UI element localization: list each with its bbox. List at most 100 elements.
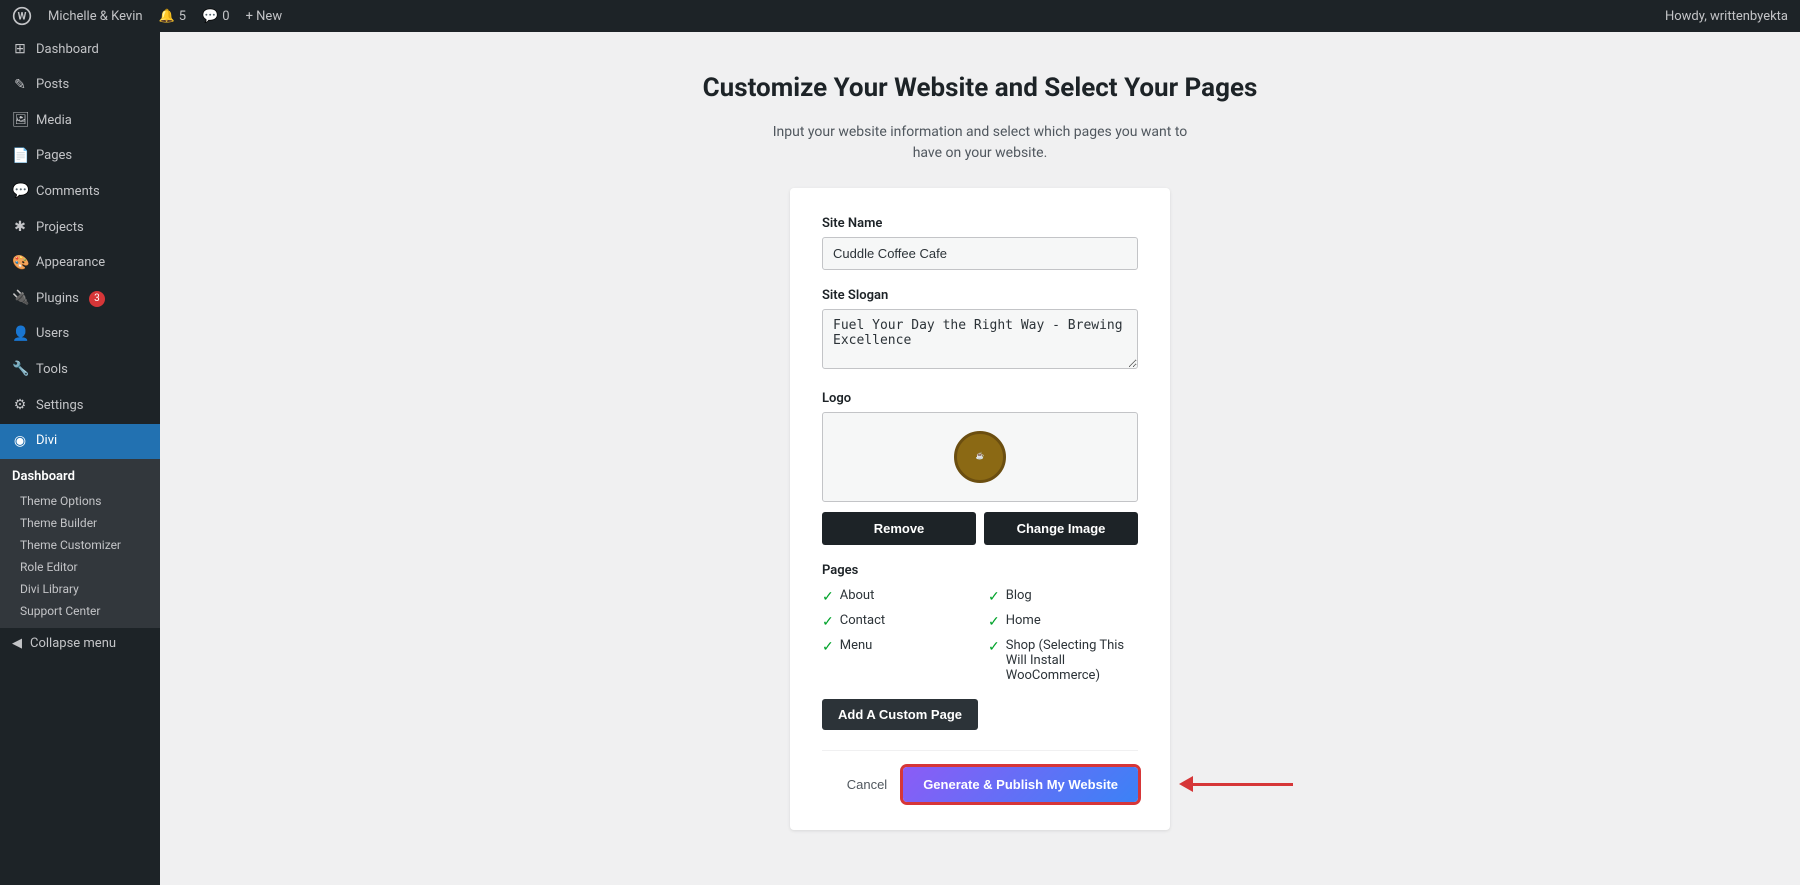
settings-icon: ⚙ (12, 396, 28, 416)
wp-logo[interactable]: W (12, 6, 32, 26)
site-name-text: Michelle & Kevin (48, 9, 143, 24)
sidebar-label-tools: Tools (36, 361, 68, 379)
page-item-about: ✓ About (822, 588, 972, 605)
site-slogan-input[interactable]: Fuel Your Day the Right Way - Brewing Ex… (822, 309, 1138, 369)
media-icon: 🖼 (12, 111, 28, 131)
tools-icon: 🔧 (12, 360, 28, 380)
site-name-label: Site Name (822, 216, 1138, 231)
check-menu: ✓ (822, 639, 834, 655)
divi-sub-theme-customizer[interactable]: Theme Customizer (0, 534, 160, 556)
sidebar-item-plugins[interactable]: 🔌 Plugins 3 (0, 281, 160, 317)
logo-text: ☕ (976, 453, 985, 461)
collapse-label: Collapse menu (30, 636, 116, 651)
comments-link[interactable]: 🔔 5 (159, 9, 187, 24)
admin-bar: W Michelle & Kevin 🔔 5 💬 0 + New Howdy, … (0, 0, 1800, 32)
posts-icon: ✎ (12, 76, 28, 96)
logo-field: Logo ☕ Remove Change Image (822, 391, 1138, 545)
arrow-line (1193, 783, 1293, 786)
sidebar-item-posts[interactable]: ✎ Posts (0, 68, 160, 104)
page-label-about: About (840, 588, 875, 603)
customize-card: Site Name Site Slogan Fuel Your Day the … (790, 188, 1170, 830)
updates-count: 0 (222, 9, 229, 24)
remove-button[interactable]: Remove (822, 512, 976, 545)
divi-sub-role-editor[interactable]: Role Editor (0, 556, 160, 578)
updates-link[interactable]: 💬 0 (202, 9, 230, 24)
sidebar-menu: ⊞ Dashboard ✎ Posts 🖼 Media 📄 Pages 💬 Co… (0, 32, 160, 424)
logo-image: ☕ (954, 431, 1006, 483)
sidebar-item-pages[interactable]: 📄 Pages (0, 139, 160, 175)
sidebar-label-appearance: Appearance (36, 254, 105, 272)
arrowhead-icon (1179, 776, 1193, 792)
page-subtitle: Input your website information and selec… (770, 122, 1190, 164)
page-item-menu: ✓ Menu (822, 638, 972, 683)
sidebar-item-media[interactable]: 🖼 Media (0, 103, 160, 139)
howdy-text: Howdy, writtenbyekta (1665, 9, 1788, 24)
divi-sub-theme-options[interactable]: Theme Options (0, 490, 160, 512)
divi-sub-theme-builder[interactable]: Theme Builder (0, 512, 160, 534)
comments-count: 5 (179, 9, 186, 24)
sidebar-item-projects[interactable]: ✱ Projects (0, 210, 160, 246)
new-content-link[interactable]: + New (246, 9, 283, 24)
site-name[interactable]: Michelle & Kevin (48, 9, 143, 24)
sidebar-label-dashboard: Dashboard (36, 41, 99, 59)
page-label-blog: Blog (1006, 588, 1032, 603)
page-label-shop: Shop (Selecting This Will Install WooCom… (1006, 638, 1138, 683)
change-image-button[interactable]: Change Image (984, 512, 1138, 545)
site-name-input[interactable] (822, 237, 1138, 270)
collapse-icon: ◀ (12, 636, 22, 651)
sidebar-label-settings: Settings (36, 397, 83, 415)
page-label-menu: Menu (840, 638, 873, 653)
collapse-menu[interactable]: ◀ Collapse menu (0, 628, 160, 659)
sidebar-label-divi: Divi (36, 432, 57, 450)
page-label-home: Home (1006, 613, 1041, 628)
plugins-badge: 3 (89, 291, 105, 307)
users-icon: 👤 (12, 325, 28, 345)
page-item-contact: ✓ Contact (822, 613, 972, 630)
sidebar-label-users: Users (36, 325, 69, 343)
bubble-icon: 🔔 (159, 9, 175, 24)
divi-icon: ◉ (12, 432, 28, 452)
plugins-icon: 🔌 (12, 289, 28, 309)
main-content: Customize Your Website and Select Your P… (160, 32, 1800, 885)
appearance-icon: 🎨 (12, 254, 28, 274)
site-slogan-field: Site Slogan Fuel Your Day the Right Way … (822, 288, 1138, 373)
page-heading: Customize Your Website and Select Your P… (703, 72, 1258, 106)
sidebar-item-settings[interactable]: ⚙ Settings (0, 388, 160, 424)
divi-submenu-title: Dashboard (0, 465, 160, 490)
sidebar: ⊞ Dashboard ✎ Posts 🖼 Media 📄 Pages 💬 Co… (0, 32, 160, 885)
sidebar-item-divi[interactable]: ◉ Divi (0, 424, 160, 460)
sidebar-item-tools[interactable]: 🔧 Tools (0, 352, 160, 388)
logo-buttons: Remove Change Image (822, 512, 1138, 545)
sidebar-item-comments[interactable]: 💬 Comments (0, 174, 160, 210)
sidebar-label-comments: Comments (36, 183, 100, 201)
sidebar-item-users[interactable]: 👤 Users (0, 317, 160, 353)
check-about: ✓ (822, 589, 834, 605)
sidebar-item-appearance[interactable]: 🎨 Appearance (0, 246, 160, 282)
page-label-contact: Contact (840, 613, 885, 628)
page-item-home: ✓ Home (988, 613, 1138, 630)
cancel-button[interactable]: Cancel (847, 777, 887, 792)
logo-preview: ☕ (822, 412, 1138, 502)
check-home: ✓ (988, 614, 1000, 630)
dashboard-icon: ⊞ (12, 40, 28, 60)
generate-publish-button[interactable]: Generate & Publish My Website (903, 767, 1138, 802)
add-custom-page-button[interactable]: Add A Custom Page (822, 699, 978, 730)
sidebar-label-projects: Projects (36, 219, 84, 237)
page-item-shop: ✓ Shop (Selecting This Will Install WooC… (988, 638, 1138, 683)
sidebar-label-pages: Pages (36, 147, 72, 165)
divi-sub-support-center[interactable]: Support Center (0, 600, 160, 622)
site-name-field: Site Name (822, 216, 1138, 270)
svg-text:W: W (18, 11, 27, 22)
divi-sub-divi-library[interactable]: Divi Library (0, 578, 160, 600)
pages-icon: 📄 (12, 147, 28, 167)
pages-grid: ✓ About ✓ Blog ✓ Contact ✓ Home (822, 588, 1138, 683)
logo-label: Logo (822, 391, 1138, 406)
page-item-blog: ✓ Blog (988, 588, 1138, 605)
sidebar-item-dashboard[interactable]: ⊞ Dashboard (0, 32, 160, 68)
page-title: Customize Your Website and Select Your P… (703, 72, 1258, 106)
comments-icon: 💬 (12, 182, 28, 202)
generate-wrapper: Generate & Publish My Website (903, 767, 1138, 802)
check-blog: ✓ (988, 589, 1000, 605)
check-contact: ✓ (822, 614, 834, 630)
check-shop: ✓ (988, 639, 1000, 655)
